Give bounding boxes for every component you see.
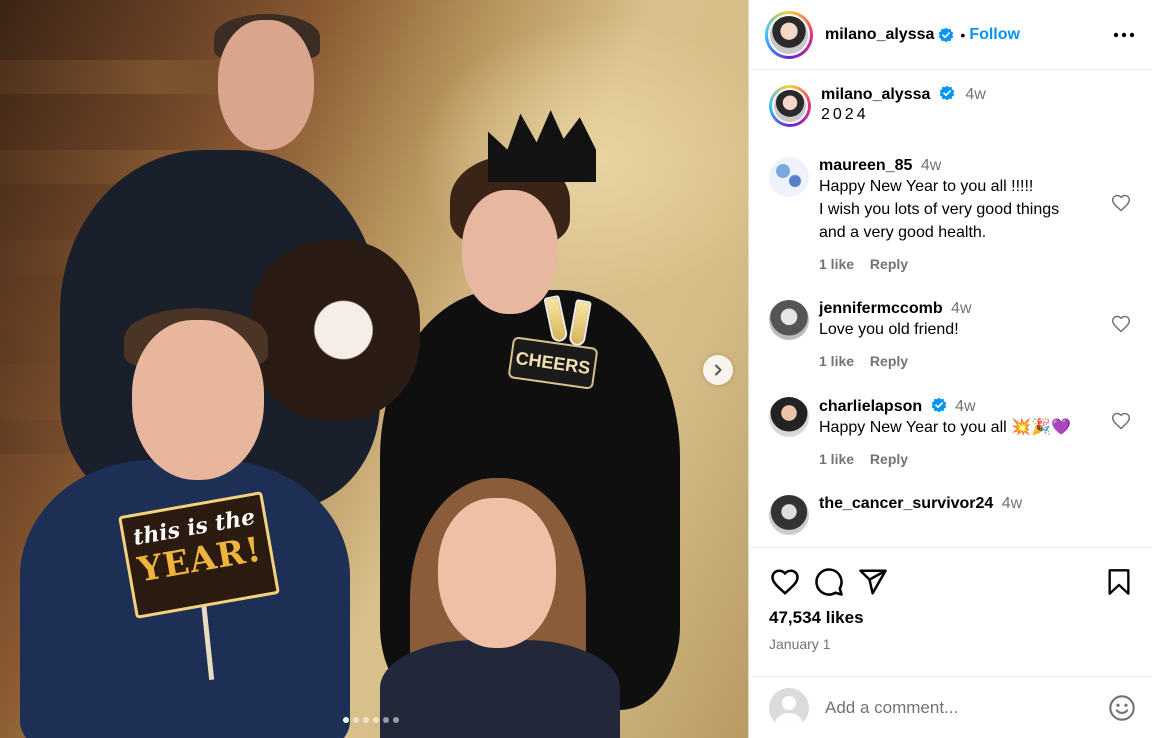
comments-list[interactable]: milano_alyssa 4w 2024 maureen_85 4w Happ… — [749, 71, 1152, 546]
carousel-indicator — [343, 717, 399, 723]
user-avatar — [769, 687, 809, 728]
comment-text-line: I wish you lots of very good things — [819, 201, 1060, 218]
comment-likes[interactable]: 1 like — [819, 451, 854, 467]
boy-face — [132, 320, 264, 480]
comment-username[interactable]: maureen_85 — [819, 157, 912, 174]
comment-time[interactable]: 4w — [955, 398, 975, 415]
caption-username[interactable]: milano_alyssa — [821, 86, 930, 103]
comment-icon — [815, 568, 843, 596]
carousel-dot — [393, 717, 399, 723]
likes-count[interactable]: 47,534 likes — [769, 608, 1135, 628]
author-avatar[interactable] — [765, 10, 813, 59]
separator-dot: • — [960, 26, 966, 43]
heart-icon[interactable] — [1111, 193, 1131, 213]
comment-input[interactable] — [825, 697, 1107, 718]
woman-face — [462, 190, 558, 314]
comment-username[interactable]: charlielapson — [819, 398, 922, 415]
comment-avatar[interactable] — [769, 157, 809, 197]
girl-face — [438, 498, 556, 648]
dog — [250, 240, 420, 420]
comment-reply-button[interactable]: Reply — [870, 353, 908, 369]
carousel-dot — [363, 717, 369, 723]
party-crown — [488, 110, 596, 182]
post-side-panel: milano_alyssa • Follow milano_alyssa 4w … — [748, 0, 1152, 738]
heart-icon[interactable] — [1111, 314, 1131, 334]
more-options-button[interactable] — [1112, 23, 1136, 47]
emoji-icon — [1109, 694, 1135, 721]
comment-text-line: and a very good health. — [819, 224, 987, 241]
carousel-dot — [373, 717, 379, 723]
carousel-dot — [353, 717, 359, 723]
like-button[interactable] — [769, 566, 801, 598]
comment-likes[interactable]: 1 like — [819, 353, 854, 369]
comment-text-line: Happy New Year to you all !!!!! — [819, 178, 1034, 195]
heart-icon — [771, 569, 799, 595]
girl-figure — [380, 640, 620, 738]
verified-badge-icon — [939, 27, 954, 42]
next-photo-button[interactable] — [703, 355, 733, 385]
comment-item: charlielapson 4w Happy New Year to you a… — [769, 397, 1152, 467]
comment-item: the_cancer_survivor24 4w — [769, 495, 1152, 535]
author-username[interactable]: milano_alyssa — [825, 26, 934, 44]
post-actions: 47,534 likes January 1 — [749, 547, 1152, 652]
emoji-button[interactable] — [1107, 693, 1137, 723]
comment-item: jennifermccomb 4w Love you old friend! 1… — [769, 300, 1152, 369]
comment-avatar[interactable] — [769, 300, 809, 340]
comment-text: Love you old friend! — [819, 321, 959, 338]
carousel-dot — [343, 717, 349, 723]
heart-icon[interactable] — [1111, 411, 1131, 431]
post-header: milano_alyssa • Follow — [749, 0, 1152, 70]
comment-reply-button[interactable]: Reply — [870, 451, 908, 467]
comment-avatar[interactable] — [769, 397, 809, 437]
chevron-right-icon — [715, 364, 722, 376]
comment-time[interactable]: 4w — [951, 300, 971, 317]
man-face — [218, 20, 314, 150]
comment-likes[interactable]: 1 like — [819, 256, 854, 272]
comment-username[interactable]: jennifermccomb — [819, 300, 943, 317]
share-icon — [859, 569, 887, 595]
add-comment-bar — [749, 676, 1152, 738]
verified-badge-icon — [931, 397, 946, 413]
comment-text: Happy New Year to you all 💥🎉💜 — [819, 419, 1071, 436]
save-button[interactable] — [1103, 566, 1135, 598]
caption-text: 2024 — [821, 106, 869, 123]
more-options-icon — [1113, 32, 1135, 37]
comment-time[interactable]: 4w — [1002, 495, 1022, 512]
post-photo[interactable]: this is the YEAR! CHEERS — [0, 0, 748, 738]
carousel-dot — [383, 717, 389, 723]
comment-item: maureen_85 4w Happy New Year to you all … — [769, 157, 1152, 272]
comment-reply-button[interactable]: Reply — [870, 256, 908, 272]
caption-avatar[interactable] — [769, 85, 811, 127]
comment-avatar[interactable] — [769, 495, 809, 535]
verified-badge-icon — [939, 85, 955, 101]
share-button[interactable] — [857, 566, 889, 598]
bookmark-icon — [1108, 569, 1130, 595]
caption-time[interactable]: 4w — [965, 86, 985, 103]
post-date[interactable]: January 1 — [769, 636, 1135, 652]
post-caption: milano_alyssa 4w 2024 — [769, 85, 1152, 127]
comment-time[interactable]: 4w — [921, 157, 941, 174]
comment-button[interactable] — [813, 566, 845, 598]
comment-username[interactable]: the_cancer_survivor24 — [819, 495, 993, 512]
follow-button[interactable]: Follow — [969, 26, 1020, 44]
